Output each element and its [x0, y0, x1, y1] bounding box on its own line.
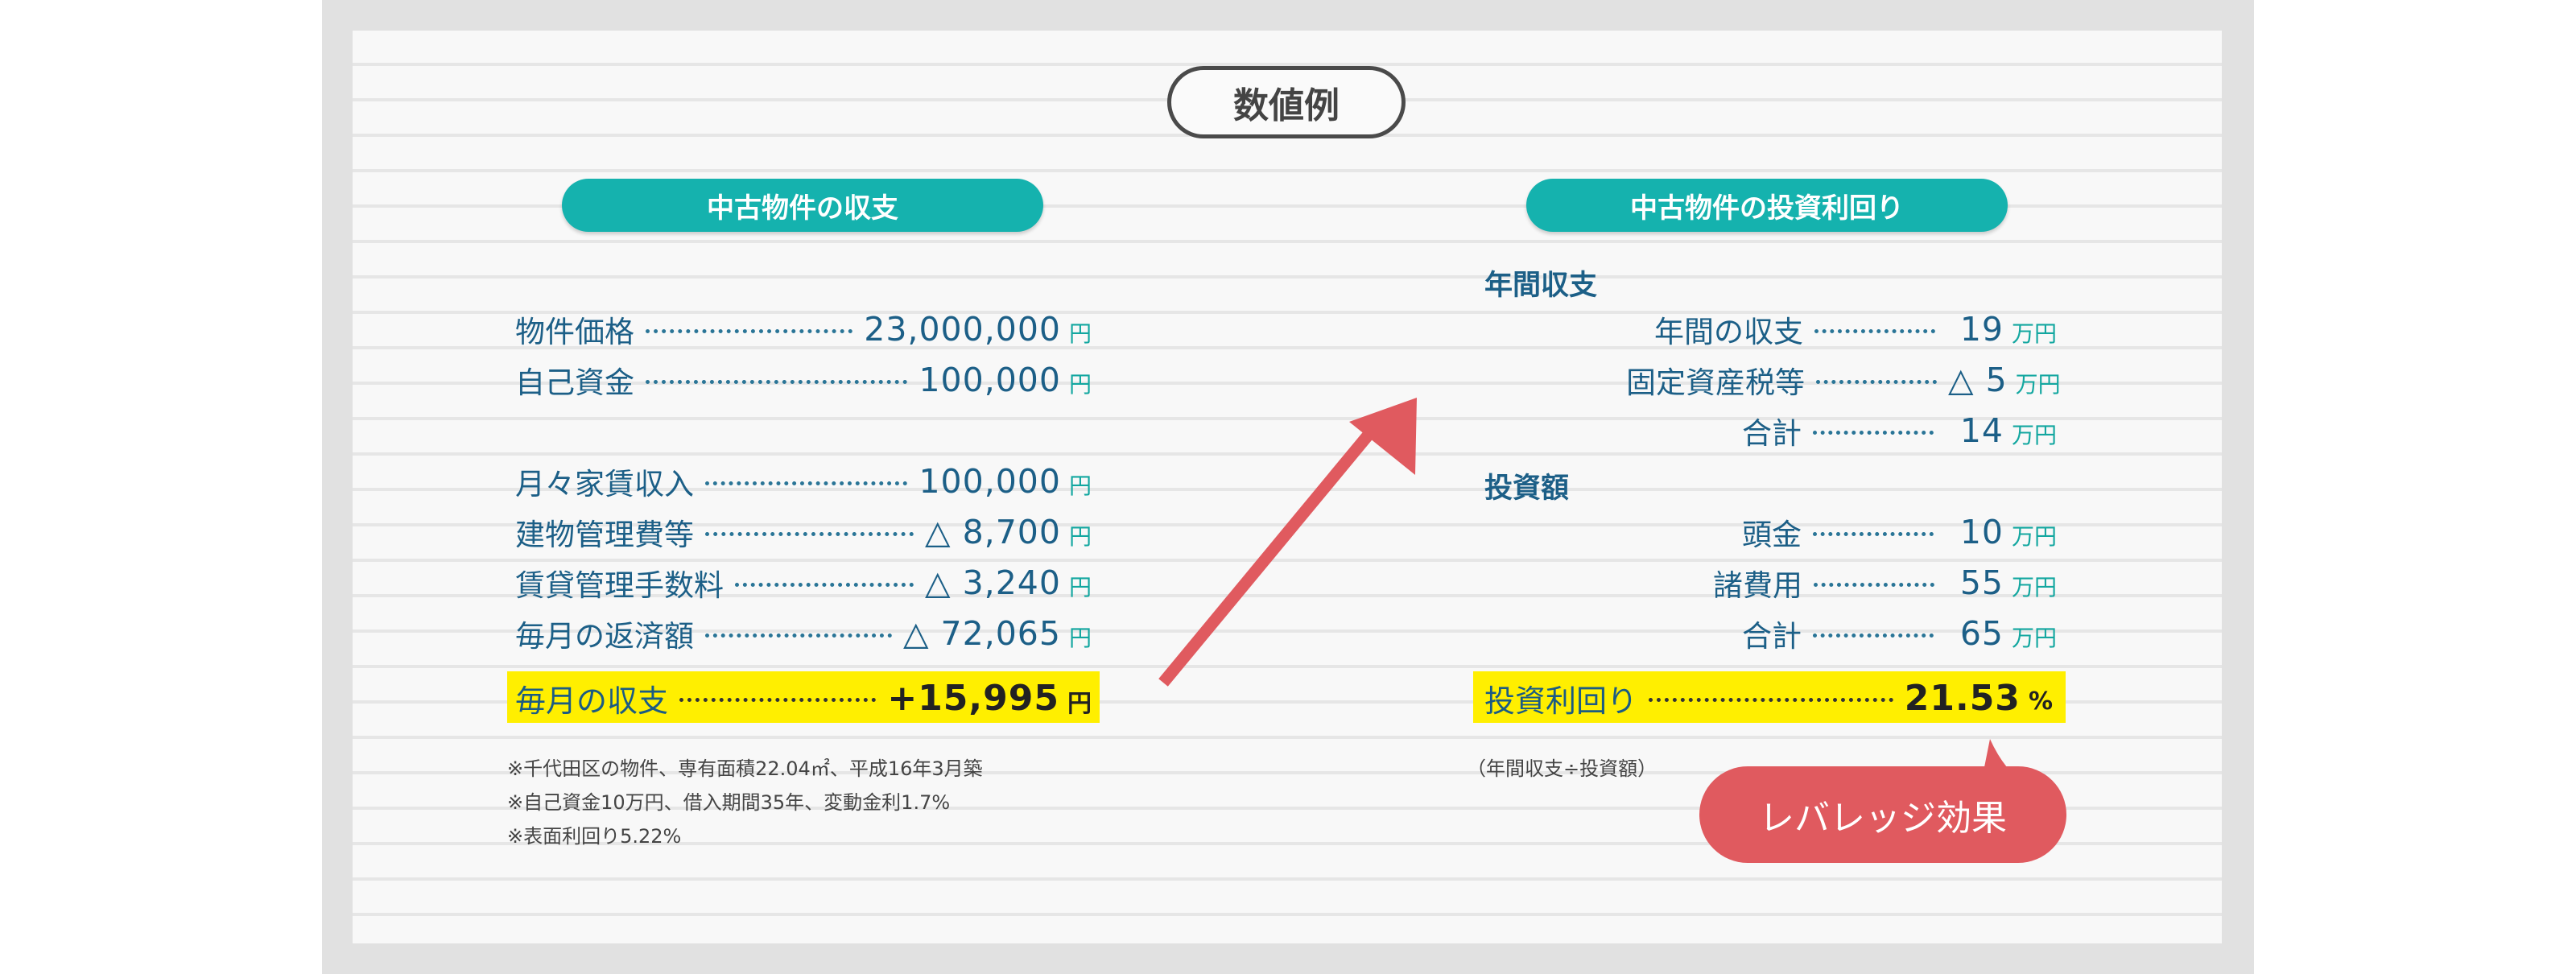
- row-unit: 円: [1068, 371, 1092, 398]
- row-label: 諸費用: [1713, 568, 1802, 603]
- yield-formula-note: （年間収支÷投資額）: [1467, 757, 1657, 780]
- row-value: 19: [1959, 310, 2004, 349]
- row-label: 頭金: [1742, 518, 1802, 552]
- row-label: 建物管理費等: [515, 518, 694, 552]
- row-unit: 円: [1068, 574, 1092, 600]
- right-section-heading: 中古物件の投資利回り: [1526, 179, 2008, 232]
- row-label: 賃貸管理手数料: [515, 568, 724, 603]
- row-unit: 円: [1068, 625, 1092, 651]
- page-title: 数値例: [1167, 66, 1406, 138]
- row-label: 合計: [1742, 416, 1802, 451]
- row-label: 月々家賃収入: [515, 467, 694, 501]
- row-value: 21.53: [1904, 677, 2021, 719]
- leverage-effect-bubble: レバレッジ効果: [1699, 766, 2066, 863]
- dotted-leader: [1816, 379, 1937, 384]
- dotted-leader: [705, 633, 892, 638]
- row-value: △ 5: [1948, 361, 2008, 399]
- row-unit: 万円: [2011, 574, 2057, 600]
- row-value: 10: [1959, 513, 2004, 551]
- row-label: 毎月の収支: [515, 683, 669, 719]
- dotted-leader: [735, 582, 914, 587]
- row-invest-total: 合計 65 万円: [1742, 613, 2057, 654]
- row-unit: 万円: [2015, 371, 2061, 398]
- row-rental-mgmt-fee: 賃貸管理手数料 △ 3,240 円: [515, 563, 1092, 603]
- row-building-mgmt: 建物管理費等 △ 8,700 円: [515, 512, 1092, 552]
- row-annual-income: 年間の収支 19 万円: [1654, 309, 2057, 349]
- dotted-leader: [1814, 328, 1935, 333]
- row-label: 物件価格: [515, 315, 634, 349]
- dotted-leader: [1813, 633, 1934, 638]
- row-own-funds: 自己資金 100,000 円: [515, 360, 1092, 400]
- row-monthly-repayment: 毎月の返済額 △ 72,065 円: [515, 613, 1092, 654]
- row-property-tax: 固定資産税等 △ 5 万円: [1626, 360, 2061, 400]
- row-label: 自己資金: [515, 365, 634, 400]
- row-value: 100,000: [919, 462, 1061, 501]
- row-property-price: 物件価格 23,000,000 円: [515, 309, 1092, 349]
- row-misc-expenses: 諸費用 55 万円: [1713, 563, 2057, 603]
- row-label: 固定資産税等: [1626, 365, 1805, 400]
- row-value: 55: [1959, 563, 2004, 602]
- row-value: △ 72,065: [902, 614, 1061, 653]
- left-section-heading: 中古物件の収支: [562, 179, 1043, 232]
- row-unit: 万円: [2011, 422, 2057, 448]
- dotted-leader: [1813, 531, 1934, 536]
- row-value: 65: [1959, 614, 2004, 653]
- row-value: 100,000: [919, 361, 1061, 399]
- dotted-leader: [679, 697, 877, 702]
- dotted-leader: [646, 379, 908, 384]
- row-unit: 円: [1068, 523, 1092, 550]
- annual-heading: 年間収支: [1484, 270, 1598, 302]
- dotted-leader: [705, 481, 908, 485]
- dotted-leader: [1813, 430, 1934, 435]
- row-label: 年間の収支: [1654, 315, 1803, 349]
- dotted-leader: [1814, 582, 1934, 587]
- note-line: ※表面利回り5.22%: [507, 825, 682, 848]
- dotted-leader: [1649, 697, 1893, 702]
- invest-heading: 投資額: [1484, 473, 1570, 505]
- row-label: 毎月の返済額: [515, 619, 694, 654]
- row-value: △ 3,240: [925, 563, 1061, 602]
- row-unit: 円: [1067, 690, 1092, 718]
- dotted-leader: [646, 328, 853, 333]
- row-unit: 万円: [2011, 320, 2057, 347]
- row-label: 合計: [1742, 619, 1802, 654]
- row-monthly-balance: 毎月の収支 +15,995 円: [515, 677, 1092, 719]
- up-right-arrow-icon: [1158, 398, 1417, 687]
- row-value: 14: [1959, 411, 2004, 450]
- row-unit: 万円: [2011, 523, 2057, 550]
- note-line: ※自己資金10万円、借入期間35年、変動金利1.7%: [507, 791, 951, 814]
- row-value: △ 8,700: [925, 513, 1061, 551]
- row-unit: 万円: [2011, 625, 2057, 651]
- row-unit: 円: [1068, 473, 1092, 499]
- row-investment-yield: 投資利回り 21.53 %: [1484, 677, 2053, 719]
- dotted-leader: [705, 531, 914, 536]
- row-unit: %: [2028, 687, 2053, 716]
- note-line: ※千代田区の物件、専有面積22.04㎡、平成16年3月築: [507, 757, 983, 780]
- row-down-payment: 頭金 10 万円: [1742, 512, 2057, 552]
- row-value: +15,995: [887, 677, 1059, 719]
- row-annual-total: 合計 14 万円: [1742, 411, 2057, 451]
- row-label: 投資利回り: [1484, 683, 1638, 719]
- row-value: 23,000,000: [864, 310, 1061, 349]
- row-monthly-rent: 月々家賃収入 100,000 円: [515, 461, 1092, 501]
- row-unit: 円: [1068, 320, 1092, 347]
